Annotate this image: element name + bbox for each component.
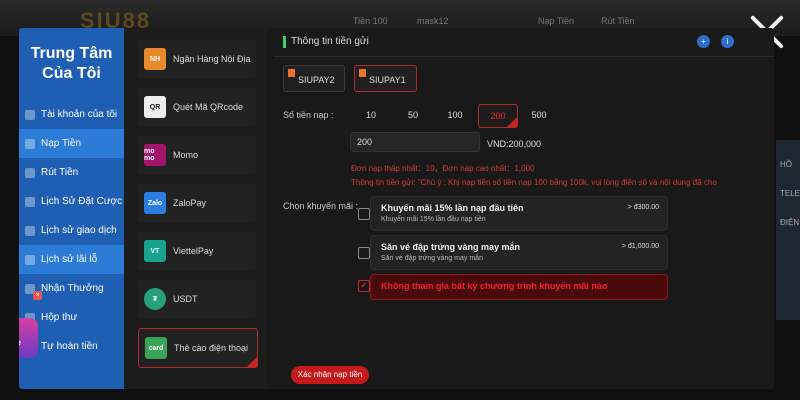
sidebar-title-line1: Trung Tâm <box>30 45 113 62</box>
minigame-button[interactable]: Mini game <box>19 318 38 358</box>
viettelpay-icon: VT <box>144 240 166 262</box>
sidebar-item-label: Tự hoàn tiền <box>41 341 98 352</box>
sidebar-item-label: Lịch Sử Đặt Cược <box>41 196 123 207</box>
amount-option-100[interactable]: 100 <box>436 104 474 126</box>
header-accent <box>283 36 286 48</box>
method-label: ViettelPay <box>173 246 214 256</box>
gateway-siupay2[interactable]: SIUPAY2 <box>283 65 345 92</box>
list-icon <box>25 225 35 236</box>
method-label: ZaloPay <box>173 198 207 208</box>
amount-option-50[interactable]: 50 <box>394 104 432 126</box>
right-label: ĐIỆN <box>780 218 800 227</box>
gateway-label: SIUPAY1 <box>369 75 406 85</box>
right-label: TELE <box>780 189 800 198</box>
amount-input[interactable] <box>350 132 480 152</box>
usdt-icon: ₮ <box>144 288 166 310</box>
method-qrcode[interactable]: QR Quét Mã QRcode <box>138 88 256 126</box>
method-usdt[interactable]: ₮ USDT <box>138 280 256 318</box>
panel-title: Thông tin tiền gửi <box>291 36 369 47</box>
method-label: USDT <box>173 294 198 304</box>
method-zalopay[interactable]: Zalo ZaloPay <box>138 184 256 222</box>
promo-first-deposit[interactable]: Khuyến mãi 15% lần nạp đầu tiên Khuyến m… <box>370 196 668 231</box>
method-viettelpay[interactable]: VT ViettelPay <box>138 232 256 270</box>
card-icon: card <box>145 337 167 359</box>
sidebar-item-profit-loss[interactable]: Lịch sử lãi lỗ <box>19 245 124 274</box>
promo-checkbox[interactable] <box>358 208 370 220</box>
promo-none[interactable]: Không tham gia bất kỳ chương trình khuyế… <box>370 274 668 300</box>
gateway-label: SIUPAY2 <box>298 75 335 85</box>
sidebar-item-transactions[interactable]: Lịch sử giao dịch <box>19 216 124 245</box>
sidebar-item-label: Rút Tiền <box>41 167 79 178</box>
info-icon[interactable]: i <box>721 35 734 48</box>
divider <box>274 56 774 57</box>
no-promo-checkbox[interactable]: ✓ <box>358 280 370 292</box>
sidebar-title-line2: Của Tôi <box>42 65 101 82</box>
promo-title: Không tham gia bất kỳ chương trình khuyế… <box>381 281 608 291</box>
method-bank[interactable]: NH Ngân Hàng Nội Địa <box>138 40 256 78</box>
withdraw-icon <box>25 167 35 178</box>
sidebar-item-label: Lịch sử giao dịch <box>41 225 117 236</box>
header-deposit-link[interactable]: Nạp Tiền <box>538 16 574 26</box>
amount-option-200[interactable]: 200 <box>478 104 518 128</box>
zalopay-icon: Zalo <box>144 192 166 214</box>
sidebar-item-label: Tài khoản của tôi <box>41 109 118 120</box>
sidebar-item-withdraw[interactable]: Rút Tiền <box>19 158 124 187</box>
deposit-info: Thông tin tiền gửi: "Chú ý : Khi nạp tiề… <box>351 178 717 187</box>
right-side-panel: HỒ TELE ĐIỆN <box>776 140 800 320</box>
amount-option-10[interactable]: 10 <box>352 104 390 126</box>
vnd-amount: VND:200,000 <box>487 139 542 149</box>
sidebar-item-account[interactable]: Tài khoản của tôi <box>19 100 124 129</box>
promo-value: > đ1,000.00 <box>621 243 659 250</box>
sidebar-title: Trung Tâm Của Tôi <box>19 28 124 104</box>
wallet-icon <box>25 138 35 149</box>
selected-corner <box>507 117 517 127</box>
payment-methods: NH Ngân Hàng Nội Địa QR Quét Mã QRcode mo … <box>124 28 267 389</box>
sidebar-item-label: Hộp thư <box>41 312 78 323</box>
promo-label: Chọn khuyến mãi : <box>283 201 359 211</box>
deposit-limits: Đơn nạp thấp nhất：10，Đơn nạp cao nhất：1,… <box>351 164 535 173</box>
bookmark-icon[interactable]: + <box>697 35 710 48</box>
gateway-flag-icon <box>359 69 366 77</box>
sidebar-item-label: Nhận Thưởng <box>41 283 104 294</box>
selected-corner <box>247 357 257 367</box>
gateway-flag-icon <box>288 69 295 77</box>
promo-subtitle: Săn vé đập trứng vàng may mắn <box>381 255 483 262</box>
bank-icon: NH <box>144 48 166 70</box>
momo-icon: mo mo <box>144 144 166 166</box>
user-icon <box>25 109 35 120</box>
gateway-siupay1[interactable]: SIUPAY1 <box>354 65 417 92</box>
amount-label: Số tiền nạp : <box>283 110 334 120</box>
promo-subtitle: Khuyến mãi 15% lần đầu nạp tiền <box>381 216 486 223</box>
notification-badge: × <box>33 291 42 300</box>
confirm-deposit-button[interactable]: Xác nhận nạp tiền <box>291 366 369 384</box>
method-label: Ngân Hàng Nội Địa <box>173 54 251 64</box>
qrcode-icon: QR <box>144 96 166 118</box>
bet-icon <box>25 196 35 207</box>
amount-value: 200 <box>490 111 506 121</box>
header-withdraw-link[interactable]: Rút Tiền <box>601 16 635 26</box>
promo-value: > đ300.00 <box>627 204 659 211</box>
promo-golden-egg[interactable]: Săn vé đập trứng vàng may mắn Săn vé đập… <box>370 235 668 270</box>
sidebar-item-bet-history[interactable]: Lịch Sử Đặt Cược <box>19 187 124 216</box>
chart-icon <box>25 254 35 265</box>
promo-title: Khuyến mãi 15% lần nạp đầu tiên <box>381 203 524 213</box>
amount-option-500[interactable]: 500 <box>520 104 558 126</box>
promo-checkbox[interactable] <box>358 247 370 259</box>
right-label: HỒ <box>780 160 792 169</box>
method-momo[interactable]: mo mo Momo <box>138 136 256 174</box>
user-center-modal: Trung Tâm Của Tôi Tài khoản của tôi Nạp … <box>19 28 774 389</box>
method-label: Momo <box>173 150 199 160</box>
sidebar-item-label: Lịch sử lãi lỗ <box>41 254 98 265</box>
deposit-panel: Thông tin tiền gửi + i SIUPAY2 SIUPAY1 S… <box>274 28 774 389</box>
method-label: Thẻ cào điện thoại <box>174 343 249 353</box>
balance-text: Tiền 100 <box>353 16 388 26</box>
method-label: Quét Mã QRcode <box>173 102 244 112</box>
sidebar-item-label: Nạp Tiền <box>41 138 82 149</box>
username-text: mask12 <box>417 16 449 26</box>
sidebar-item-deposit[interactable]: Nạp Tiền <box>19 129 124 158</box>
promo-title: Săn vé đập trứng vàng may mắn <box>381 242 521 252</box>
method-phone-card[interactable]: card Thẻ cào điện thoại <box>138 328 258 368</box>
